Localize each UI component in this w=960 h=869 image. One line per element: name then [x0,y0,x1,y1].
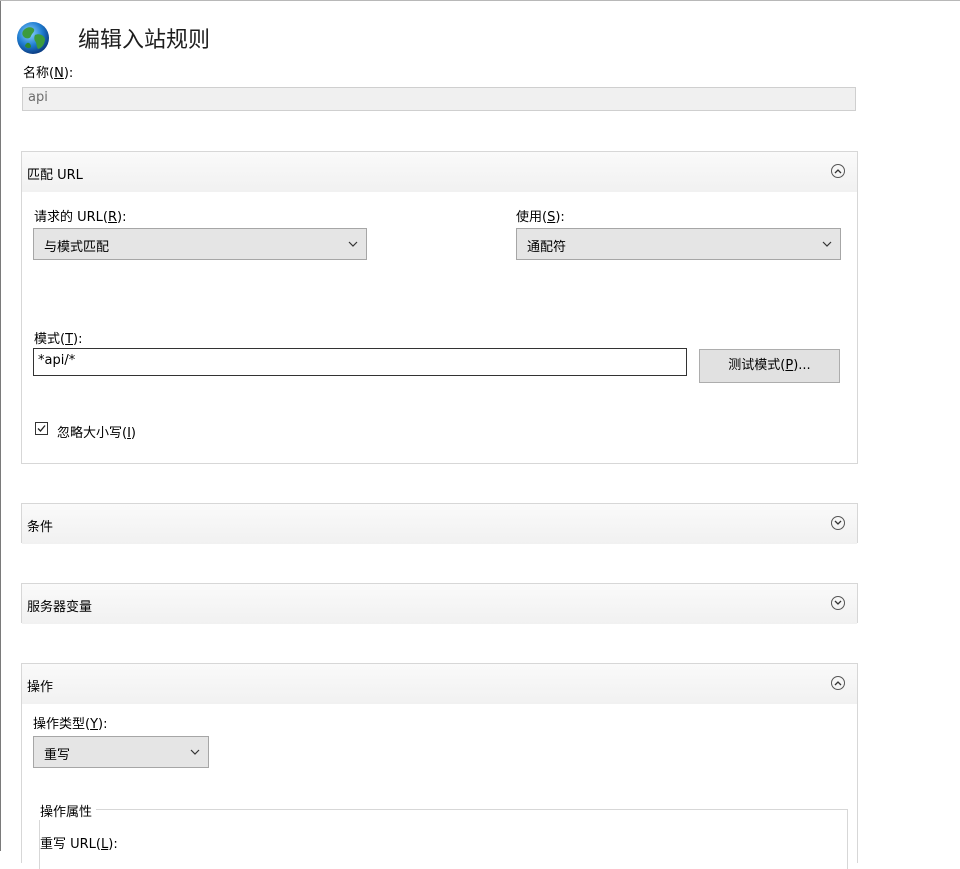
test-pattern-button-text: 测试模式( [728,358,786,373]
pattern-label-text: 模式( [34,332,66,347]
conditions-panel-title: 条件 [27,520,54,535]
requested-url-label-accesskey: R [108,210,118,225]
using-value: 通配符 [527,240,567,255]
requested-url-value: 与模式匹配 [44,240,110,255]
name-label-suffix: ): [63,66,74,81]
checkmark-icon [37,425,46,432]
action-type-value: 重写 [44,748,71,763]
action-type-label-suffix: ): [98,717,108,732]
chevron-down-icon [348,241,358,247]
name-input[interactable]: api [22,87,856,111]
chevron-down-icon [822,241,832,247]
using-label-text: 使用( [516,210,548,225]
pattern-label: 模式(T): [34,328,82,347]
server-variables-panel: 服务器变量 [21,583,858,624]
using-label: 使用(S): [516,206,565,225]
chevron-down-icon [190,749,200,755]
edit-inbound-rule-page: 编辑入站规则 名称(N): api 匹配 URL 请求的 URL(R): 与模式… [0,0,960,869]
ignore-case-label-suffix: ) [130,426,136,441]
name-label-accesskey: N [54,66,64,81]
requested-url-label-suffix: ): [117,210,127,225]
window-border-left [0,0,1,851]
using-select[interactable]: 通配符 [516,228,841,260]
action-type-label-accesskey: Y [90,717,99,732]
pattern-label-suffix: ): [73,332,83,347]
rewrite-url-label: 重写 URL(L): [40,833,118,852]
action-type-select[interactable]: 重写 [33,736,209,768]
name-label: 名称(N): [23,62,73,81]
requested-url-label-text: 请求的 URL( [34,210,108,225]
pattern-label-accesskey: T [65,332,74,347]
window-border-top [0,0,960,1]
pattern-input[interactable]: *api/* [33,348,687,376]
ignore-case-label-text: 忽略大小写( [57,426,128,441]
rewrite-url-label-suffix: ): [108,837,118,852]
globe-icon [17,22,49,54]
chevron-up-circle-icon[interactable] [831,164,845,178]
chevron-up-circle-icon[interactable] [831,676,845,690]
server-variables-panel-title: 服务器变量 [27,600,93,615]
server-variables-panel-header[interactable]: 服务器变量 [22,584,857,624]
header: 编辑入站规则 [16,20,210,56]
chevron-down-circle-icon[interactable] [831,516,845,530]
match-url-panel-title: 匹配 URL [27,168,83,183]
match-url-panel-header[interactable]: 匹配 URL [22,152,857,192]
page-title: 编辑入站规则 [78,28,211,53]
rewrite-url-label-text: 重写 URL( [40,837,101,852]
conditions-panel-header[interactable]: 条件 [22,504,857,544]
action-type-label-text: 操作类型( [33,717,91,732]
requested-url-label: 请求的 URL(R): [34,206,127,225]
match-url-panel: 匹配 URL 请求的 URL(R): 与模式匹配 使用(S): 通配符 模式(T… [21,151,858,464]
ignore-case-label[interactable]: 忽略大小写(I) [57,422,136,441]
action-properties-group [39,809,848,869]
action-panel-title: 操作 [27,680,54,695]
name-label-text: 名称( [23,66,55,81]
action-type-label: 操作类型(Y): [33,713,107,732]
test-pattern-button-suffix: )... [793,358,811,373]
action-properties-legend: 操作属性 [36,801,97,820]
conditions-panel: 条件 [21,503,858,544]
test-pattern-button[interactable]: 测试模式(P)... [699,349,840,383]
using-label-suffix: ): [555,210,565,225]
chevron-down-circle-icon[interactable] [831,596,845,610]
action-panel-header[interactable]: 操作 [22,664,857,704]
ignore-case-checkbox[interactable] [35,422,48,435]
requested-url-select[interactable]: 与模式匹配 [33,228,367,260]
